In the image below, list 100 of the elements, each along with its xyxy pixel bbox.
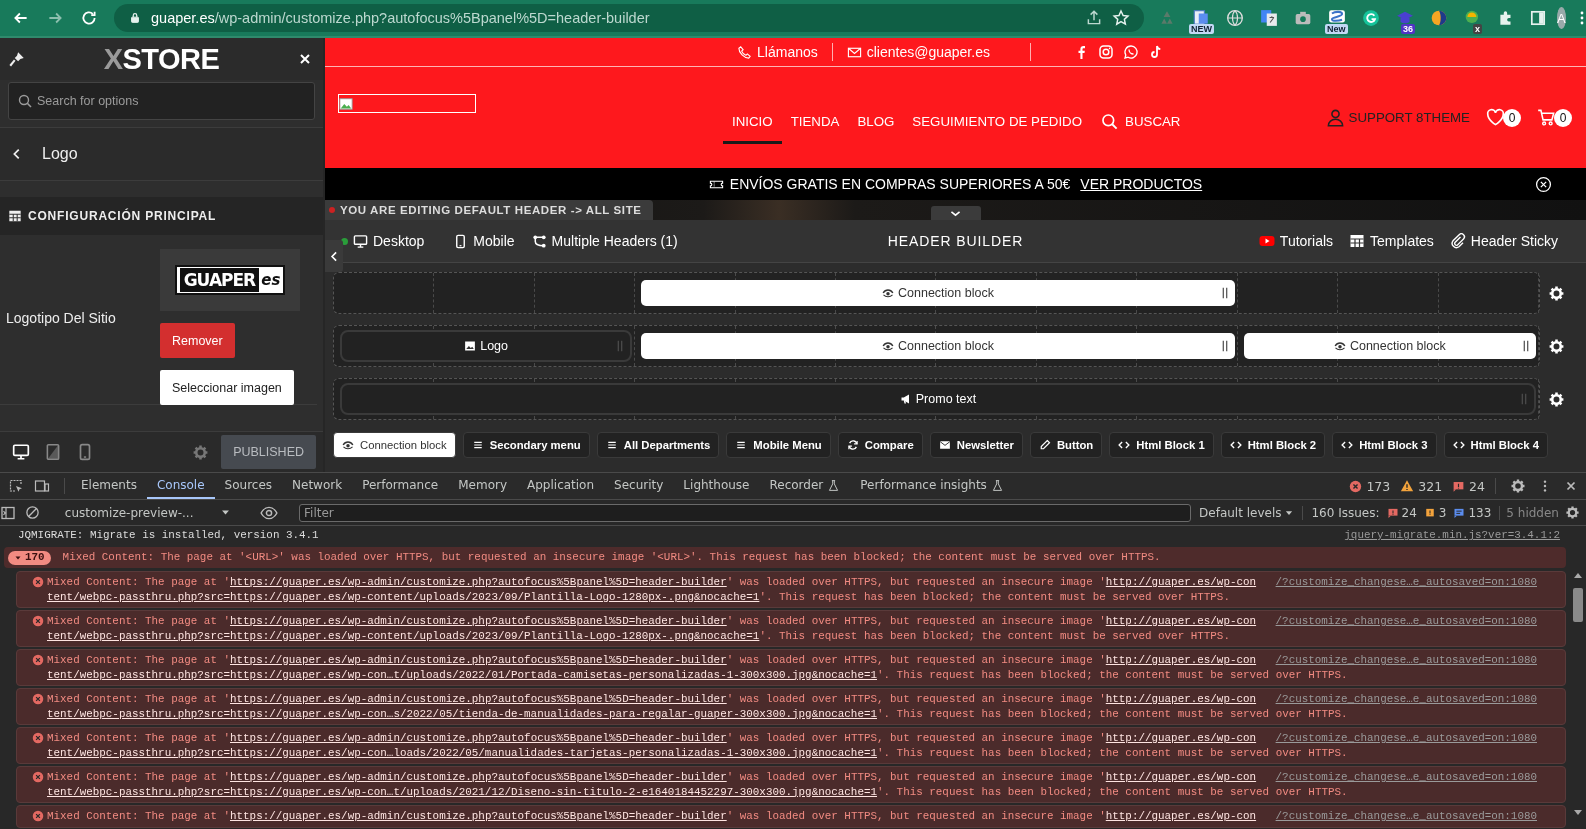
url-link[interactable]: tent/webpc-passthru.php?src=https://guaper.es/wp-con…loads/2022/05/manualidades-tarjetas-personalizadas-1-300x300.jpg&nocache=1: [47, 746, 877, 759]
context-select[interactable]: customize-preview-...: [56, 505, 240, 520]
circle-icon[interactable]: [1362, 9, 1380, 27]
element-chip[interactable]: Button: [1029, 432, 1103, 458]
source-link[interactable]: /?customize_changese…e_autosaved=on:1080: [1275, 809, 1537, 824]
devtools-tab[interactable]: Performance: [352, 473, 449, 499]
url-link[interactable]: https://guaper.es/wp-admin/customize.php?autofocus%5Bpanel%5D=header-builder: [230, 576, 727, 588]
element-chip[interactable]: Connection block: [333, 432, 456, 458]
cart-icon[interactable]: [1537, 108, 1556, 127]
source-link[interactable]: /?customize_changese…e_autosaved=on:1080: [1275, 731, 1537, 746]
tablet-icon[interactable]: [44, 443, 62, 461]
globe-icon[interactable]: [1226, 9, 1244, 27]
url-link[interactable]: http://guaper.es/wp-con: [1105, 732, 1257, 744]
devtools-tab[interactable]: Lighthouse: [673, 473, 760, 499]
url-link[interactable]: http://guaper.es/wp-con: [1105, 771, 1257, 783]
filter-field[interactable]: Filter: [299, 503, 1192, 522]
element-chip[interactable]: Html Block 4: [1443, 432, 1548, 458]
multiple-headers-link[interactable]: Multiple Headers (1): [531, 233, 678, 249]
element-chip[interactable]: Compare: [837, 432, 923, 458]
url-link[interactable]: http://guaper.es/wp-con: [1105, 810, 1257, 822]
side-panel-icon[interactable]: [1529, 9, 1547, 27]
devtools-tab[interactable]: Performance insights: [850, 473, 1014, 499]
toolbar-link[interactable]: Tutorials: [1258, 233, 1334, 249]
settings-icon[interactable]: [1565, 505, 1580, 520]
url-link[interactable]: tent/webpc-passthru.php?src=https://guaper.es/wp-con…s/2022/05/tienda-de-manualidades-para-regalar-guaper-300x300.jpg&nocache=1: [47, 707, 877, 720]
brush-icon[interactable]: [8, 50, 26, 68]
element-chip[interactable]: Mobile Menu: [726, 432, 831, 458]
promo-link[interactable]: VER PRODUCTOS: [1080, 176, 1203, 192]
header-element[interactable]: Promo text: [340, 383, 1536, 415]
close-icon[interactable]: [1564, 479, 1578, 493]
settings-icon[interactable]: [1510, 478, 1526, 494]
document-icon[interactable]: [1192, 9, 1210, 27]
toolbar-link[interactable]: Templates: [1349, 233, 1434, 249]
search-field[interactable]: Search for options: [8, 82, 315, 120]
back-row[interactable]: Logo: [0, 127, 323, 181]
source-link[interactable]: /?customize_changese…e_autosaved=on:1080: [1275, 575, 1537, 590]
heart-icon[interactable]: [1486, 108, 1505, 127]
close-icon[interactable]: [1535, 175, 1552, 193]
select-image-button[interactable]: Seleccionar imagen: [160, 370, 294, 405]
devtools-tab[interactable]: Sources: [214, 473, 283, 499]
element-chip[interactable]: All Departments: [596, 432, 720, 458]
header-element[interactable]: Logo: [340, 330, 633, 362]
sidebar-icon[interactable]: [0, 504, 16, 521]
source-link[interactable]: jquery-migrate.min.js?ver=3.4.1:2: [1344, 528, 1560, 543]
url-link[interactable]: http://guaper.es/wp-con: [1105, 654, 1257, 666]
url-link[interactable]: https://guaper.es/wp-admin/customize.php?autofocus%5Bpanel%5D=header-builder: [230, 615, 727, 627]
levels-select[interactable]: Default levels: [1191, 505, 1303, 520]
url-link[interactable]: https://guaper.es/wp-admin/customize.php?autofocus%5Bpanel%5D=header-builder: [230, 810, 727, 822]
element-chip[interactable]: Html Block 3: [1332, 432, 1437, 458]
element-chip[interactable]: Html Block 1: [1109, 432, 1214, 458]
remove-button[interactable]: Remover: [160, 323, 235, 358]
collapse-button[interactable]: [325, 240, 343, 272]
url-link[interactable]: tent/webpc-passthru.php?src=https://guaper.es/wp-content/uploads/2023/09/Plantilla-Logo-1280px-.png&nocache=1: [47, 629, 760, 642]
reload-icon[interactable]: [80, 9, 98, 27]
devtools-tab[interactable]: Network: [282, 473, 353, 499]
whatsapp-icon[interactable]: [1122, 44, 1139, 60]
element-chip[interactable]: Html Block 2: [1220, 432, 1326, 458]
user-icon[interactable]: [1325, 108, 1345, 127]
url-link[interactable]: http://guaper.es/wp-con: [1105, 615, 1257, 627]
url-link[interactable]: https://guaper.es/wp-admin/customize.php?autofocus%5Bpanel%5D=header-builder: [230, 654, 727, 666]
nav-link[interactable]: BUSCAR: [1091, 91, 1190, 144]
devtools-tab[interactable]: Security: [604, 473, 674, 499]
message-group[interactable]: 170 Mixed Content: The page at '<URL>' was loaded over HTTPS, but requested an insecure image '<URL>'. This request has been blocked; the content must be served over HTTPS.: [4, 547, 1566, 568]
element-chip[interactable]: Secondary menu: [462, 432, 590, 458]
toolbar-link[interactable]: Header Sticky: [1449, 233, 1558, 249]
nav-link[interactable]: INICIO: [723, 91, 782, 144]
url-link[interactable]: https://guaper.es/wp-admin/customize.php?autofocus%5Bpanel%5D=header-builder: [230, 771, 727, 783]
phone-link[interactable]: Llámanos: [757, 44, 818, 60]
header-element[interactable]: Connection block: [641, 333, 1235, 359]
star-icon[interactable]: [1112, 9, 1130, 27]
nav-link[interactable]: SEGUIMIENTO DE PEDIDO: [903, 91, 1092, 144]
inspect-icon[interactable]: [8, 478, 24, 494]
camera-icon[interactable]: [1294, 9, 1312, 27]
device-icon[interactable]: [34, 478, 50, 494]
element-chip[interactable]: Newsletter: [929, 432, 1023, 458]
devtools-tab[interactable]: Console: [146, 473, 215, 499]
url-link[interactable]: tent/webpc-passthru.php?src=https://guaper.es/wp-con…t/uploads/2022/01/Portada-camisetas-personalizadas-1-300x300.jpg&nocache=1: [47, 668, 877, 681]
source-link[interactable]: /?customize_changese…e_autosaved=on:1080: [1275, 692, 1537, 707]
nav-link[interactable]: BLOG: [848, 91, 904, 144]
url-link[interactable]: https://guaper.es/wp-admin/customize.php?autofocus%5Bpanel%5D=header-builder: [230, 693, 727, 705]
nav-link[interactable]: TIENDA: [781, 91, 849, 144]
source-link[interactable]: /?customize_changese…e_autosaved=on:1080: [1275, 770, 1537, 785]
url-link[interactable]: tent/webpc-passthru.php?src=https://guaper.es/wp-content/uploads/2023/09/Plantilla-Logo-1280px-.png&nocache=1: [47, 590, 760, 603]
share-icon[interactable]: [1085, 9, 1103, 27]
view-tab[interactable]: Mobile: [441, 233, 515, 249]
email-link[interactable]: clientes@guaper.es: [866, 44, 990, 60]
source-link[interactable]: /?customize_changese…e_autosaved=on:1080: [1275, 653, 1537, 668]
account-link[interactable]: SUPPORT 8THEME: [1348, 110, 1470, 125]
devtools-tab[interactable]: Elements: [71, 473, 147, 499]
instagram-icon[interactable]: [1097, 44, 1114, 60]
orb-icon[interactable]: [1430, 9, 1448, 27]
source-link[interactable]: /?customize_changese…e_autosaved=on:1080: [1275, 614, 1537, 629]
url-link[interactable]: http://guaper.es/wp-con: [1105, 693, 1257, 705]
devtools-tab[interactable]: Recorder: [759, 473, 851, 499]
desktop-icon[interactable]: [12, 443, 30, 461]
header-element[interactable]: Connection block: [641, 280, 1235, 306]
clear-icon[interactable]: [25, 505, 40, 520]
header-element[interactable]: Connection block: [1243, 333, 1536, 359]
translate-icon[interactable]: [1260, 9, 1278, 27]
collapse-tab[interactable]: [930, 206, 981, 220]
